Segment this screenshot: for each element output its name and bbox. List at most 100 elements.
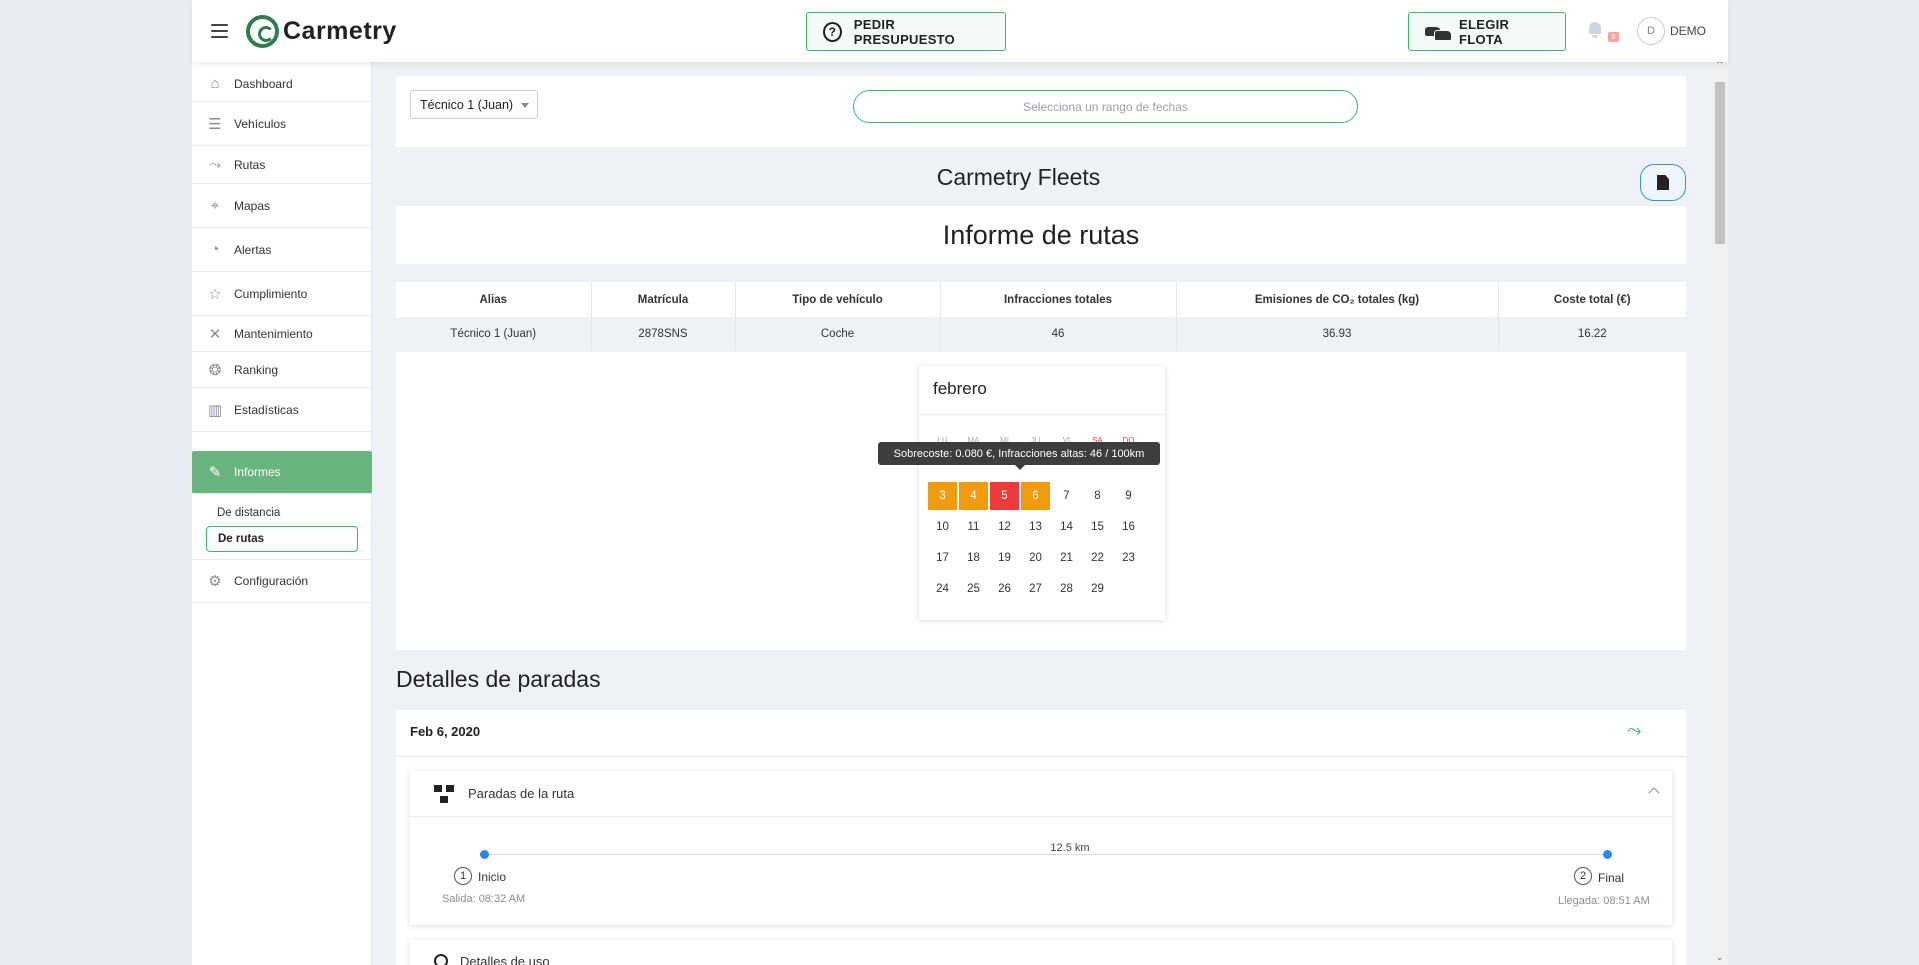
- logo-mark-icon: [246, 14, 279, 48]
- calendar-day[interactable]: 26: [990, 575, 1019, 603]
- scrollbar[interactable]: ✕ ⌄: [1712, 56, 1728, 965]
- notification-bell-icon[interactable]: [1588, 22, 1602, 38]
- departure-time: Salida: 08:32 AM: [442, 893, 526, 905]
- request-quote-button[interactable]: ? PEDIR PRESUPUESTO: [806, 12, 1006, 51]
- map-icon: ⌖: [210, 197, 220, 214]
- column-header: Tipo de vehículo: [735, 282, 941, 317]
- usage-details-panel[interactable]: Detalles de uso: [410, 940, 1672, 965]
- clock-icon: [434, 954, 448, 965]
- sidebar-item-dashboard[interactable]: ⌂ Dashboard: [192, 66, 372, 102]
- scroll-down-arrow-icon[interactable]: ⌄: [1716, 952, 1724, 963]
- table-header-row: Alias Matrícula Tipo de vehículo Infracc…: [396, 282, 1686, 317]
- calendar-day[interactable]: 10: [928, 513, 957, 541]
- calendar-day[interactable]: 23: [1114, 544, 1143, 572]
- calendar-day[interactable]: 25: [959, 575, 988, 603]
- user-name[interactable]: DEMO: [1670, 24, 1706, 38]
- chart-icon: ▥: [207, 401, 223, 419]
- stops-card: Feb 6, 2020 ⤳ Paradas de la ruta 12.5 km…: [396, 710, 1686, 965]
- chevron-up-icon[interactable]: [1648, 787, 1660, 799]
- calendar-day[interactable]: 3: [928, 482, 957, 510]
- stops-date: Feb 6, 2020: [410, 724, 481, 739]
- table-cell: Técnico 1 (Juan): [396, 317, 592, 350]
- calendar: febrero LU MA MI JU VI SA DO 3 4 5 6 7 8…: [919, 366, 1165, 620]
- calendar-day[interactable]: 5: [990, 482, 1019, 510]
- start-stop-label: Inicio: [478, 870, 507, 884]
- scroll-thumb[interactable]: [1715, 82, 1725, 244]
- sidebar-item-label: Cumplimiento: [234, 286, 308, 301]
- sidebar-item-label: Rutas: [234, 157, 266, 172]
- sidebar-item-settings[interactable]: ⚙ Configuración: [192, 559, 372, 603]
- cars-icon: [1425, 25, 1453, 41]
- table-row: Técnico 1 (Juan) 2878SNS Coche 46 36.93 …: [396, 317, 1686, 350]
- report-title: Informe de rutas: [396, 206, 1686, 264]
- logo[interactable]: Carmetry: [246, 14, 397, 48]
- sidebar-item-routes[interactable]: ⤳ Rutas: [192, 146, 372, 184]
- sidebar-item-label: Estadísticas: [234, 402, 299, 417]
- avatar[interactable]: D: [1637, 17, 1665, 45]
- calendar-day[interactable]: 19: [990, 544, 1019, 572]
- app-frame: Carmetry ? PEDIR PRESUPUESTO ELEGIR FLOT…: [192, 0, 1728, 965]
- calendar-month: febrero: [933, 379, 987, 398]
- end-marker: [1603, 850, 1612, 859]
- calendar-day[interactable]: 16: [1114, 513, 1143, 541]
- end-stop-label: Final: [1598, 871, 1625, 885]
- summary-table: Alias Matrícula Tipo de vehículo Infracc…: [396, 282, 1686, 350]
- table-cell: 36.93: [1176, 317, 1499, 350]
- sidebar-item-maintenance[interactable]: ✕ Mantenimiento: [192, 316, 372, 352]
- calendar-day[interactable]: 21: [1052, 544, 1081, 572]
- calendar-day[interactable]: 8: [1083, 482, 1112, 510]
- hamburger-menu-icon[interactable]: [211, 24, 228, 38]
- calendar-day[interactable]: 14: [1052, 513, 1081, 541]
- sidebar-item-reports[interactable]: ✎ Informes: [192, 451, 372, 494]
- calendar-day[interactable]: 11: [959, 513, 988, 541]
- column-header: Coste total (€): [1498, 282, 1686, 317]
- calendar-day[interactable]: 29: [1083, 575, 1112, 603]
- column-header: Matrícula: [591, 282, 736, 317]
- calendar-divider: [919, 414, 1165, 415]
- route-stops-panel-header[interactable]: Paradas de la ruta: [410, 771, 1672, 817]
- calendar-day[interactable]: 18: [959, 544, 988, 572]
- calendar-day[interactable]: 4: [959, 482, 988, 510]
- calendar-day[interactable]: 6: [1021, 482, 1050, 510]
- sidebar-item-label: Ranking: [234, 362, 279, 377]
- stops-heading: Detalles de paradas: [396, 666, 601, 692]
- route-icon[interactable]: ⤳: [1627, 720, 1641, 741]
- sidebar-item-label: Informes: [234, 465, 281, 479]
- calendar-day[interactable]: 22: [1083, 544, 1112, 572]
- sidebar-item-statistics[interactable]: ▥ Estadísticas: [192, 388, 372, 432]
- route-stops-panel: Paradas de la ruta 12.5 km 1 Inicio Sali…: [410, 771, 1672, 925]
- calendar-day[interactable]: 17: [928, 544, 957, 572]
- gear-icon: ⚙: [208, 573, 222, 590]
- sidebar-item-vehicles[interactable]: ☰ Vehículos: [192, 102, 372, 146]
- calendar-day[interactable]: 27: [1021, 575, 1050, 603]
- calendar-day[interactable]: 28: [1052, 575, 1081, 603]
- sidebar-item-maps[interactable]: ⌖ Mapas: [192, 184, 372, 228]
- sitemap-icon: [434, 784, 456, 803]
- column-header: Alias: [396, 282, 592, 317]
- calendar-day[interactable]: 24: [928, 575, 957, 603]
- sidebar-item-label: Mapas: [234, 198, 271, 213]
- sidebar-item-ranking[interactable]: ❂ Ranking: [192, 352, 372, 388]
- calendar-day[interactable]: 20: [1021, 544, 1050, 572]
- calendar-day[interactable]: 15: [1083, 513, 1112, 541]
- table-cell: Coche: [735, 317, 941, 350]
- sidebar-subitem-routes[interactable]: De rutas: [206, 526, 358, 552]
- date-range-input[interactable]: Selecciona un rango de fechas: [853, 90, 1358, 123]
- sidebar-subitem-distance[interactable]: De distancia: [206, 500, 358, 526]
- sidebar-item-alerts[interactable]: ◔ Alertas: [192, 228, 372, 272]
- calendar-day[interactable]: 12: [990, 513, 1019, 541]
- calendar-day[interactable]: 7: [1052, 482, 1081, 510]
- sidebar-item-compliance[interactable]: ☆ Cumplimiento: [192, 272, 372, 316]
- export-pdf-button[interactable]: [1640, 164, 1686, 201]
- calendar-day[interactable]: 9: [1114, 482, 1143, 510]
- sidebar-item-label: Vehículos: [234, 116, 287, 131]
- route-icon: ⤳: [208, 156, 221, 173]
- technician-select[interactable]: Técnico 1 (Juan): [410, 90, 538, 119]
- choose-fleet-button[interactable]: ELEGIR FLOTA: [1408, 12, 1566, 51]
- calendar-day[interactable]: 13: [1021, 513, 1050, 541]
- sidebar: ⌂ Dashboard ☰ Vehículos ⤳ Rutas ⌖ Mapas …: [192, 62, 372, 965]
- medal-icon: ❂: [208, 361, 222, 379]
- table-cell: 16.22: [1498, 317, 1686, 350]
- arrival-time: Llegada: 08:51 AM: [1558, 895, 1650, 907]
- sidebar-item-label: Alertas: [234, 242, 272, 257]
